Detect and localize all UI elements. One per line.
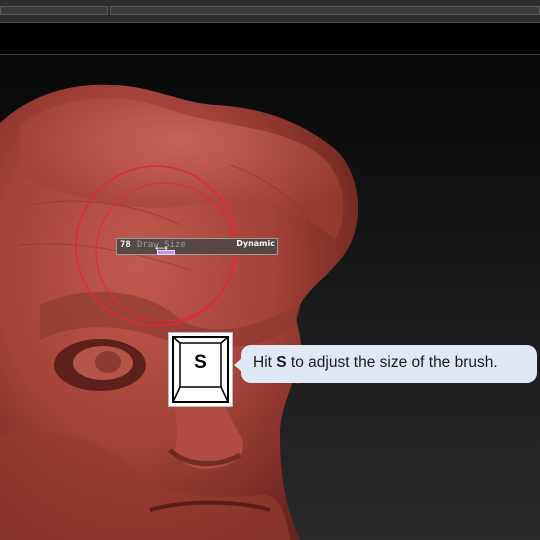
hint-suffix: to adjust the size of the brush. [286, 354, 498, 371]
draw-size-slider[interactable]: 78 Draw Size Dynamic ⟷ [116, 238, 278, 255]
slider-handle[interactable] [157, 250, 175, 255]
top-menu-bar [0, 0, 540, 23]
hint-text: Hit S to adjust the size of the brush. [253, 354, 498, 372]
keyboard-key-icon: S [168, 332, 233, 407]
menu-strip-segment[interactable] [110, 6, 540, 15]
hint-tooltip: Hit S to adjust the size of the brush. [234, 345, 537, 383]
hint-prefix: Hit [253, 354, 277, 371]
tooltip-tail [234, 358, 242, 372]
draw-size-value: 78 [120, 240, 131, 250]
brush-cursor [75, 165, 237, 327]
sculpt-viewport[interactable] [0, 55, 540, 540]
hint-key: S [276, 354, 287, 371]
dynamic-toggle[interactable]: Dynamic [236, 239, 275, 248]
toolbar-area [0, 23, 540, 55]
menu-strip-segment[interactable] [0, 6, 108, 15]
key-letter: S [194, 352, 207, 373]
